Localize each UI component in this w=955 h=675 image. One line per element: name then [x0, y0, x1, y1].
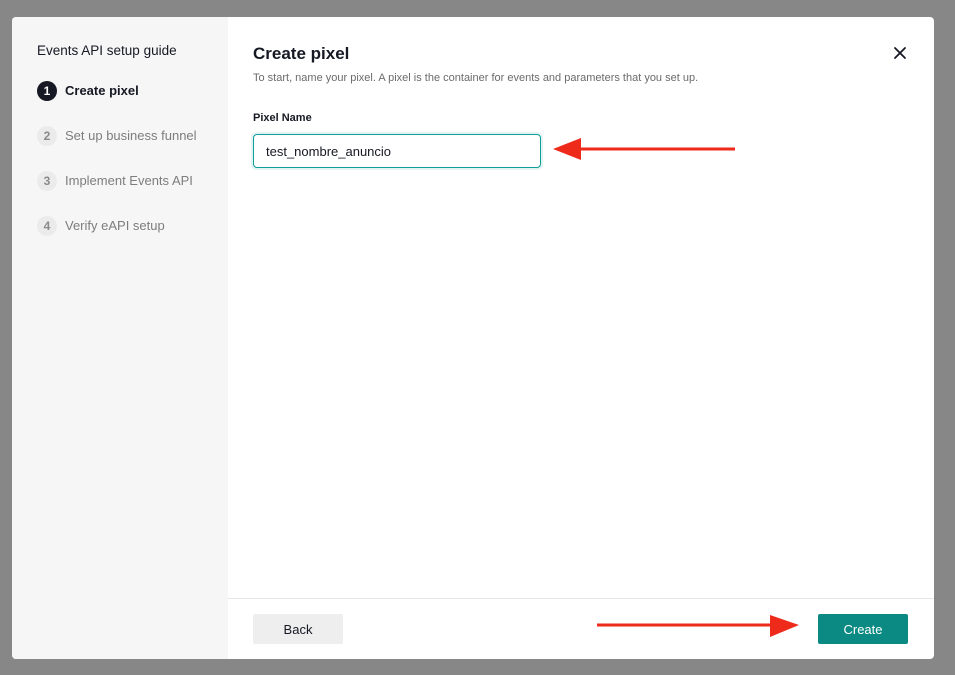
- step-create-pixel[interactable]: 1 Create pixel: [37, 80, 228, 101]
- step-number: 2: [37, 125, 57, 146]
- setup-guide-modal: Events API setup guide 1 Create pixel 2 …: [12, 17, 934, 659]
- step-label: Verify eAPI setup: [65, 218, 165, 233]
- sidebar-title: Events API setup guide: [37, 43, 177, 58]
- create-button[interactable]: Create: [818, 614, 908, 644]
- pixel-name-input[interactable]: [253, 134, 541, 168]
- step-number: 3: [37, 170, 57, 191]
- setup-guide-sidebar: Events API setup guide 1 Create pixel 2 …: [12, 17, 228, 659]
- pixel-name-label: Pixel Name: [253, 112, 312, 124]
- step-label: Create pixel: [65, 83, 139, 98]
- close-icon[interactable]: [892, 45, 908, 61]
- step-label: Set up business funnel: [65, 128, 197, 143]
- page-subtitle: To start, name your pixel. A pixel is th…: [253, 72, 699, 84]
- arrow-icon: [597, 615, 799, 637]
- step-label: Implement Events API: [65, 173, 193, 188]
- step-implement-events-api[interactable]: 3 Implement Events API: [37, 170, 228, 191]
- page-title: Create pixel: [253, 44, 350, 63]
- back-button[interactable]: Back: [253, 614, 343, 644]
- step-number: 1: [37, 80, 57, 101]
- step-business-funnel[interactable]: 2 Set up business funnel: [37, 125, 228, 146]
- main-panel: Create pixel To start, name your pixel. …: [228, 17, 934, 659]
- modal-footer: Back Create: [228, 598, 934, 659]
- arrow-icon: [553, 138, 735, 160]
- step-number: 4: [37, 215, 57, 236]
- step-verify-eapi[interactable]: 4 Verify eAPI setup: [37, 215, 228, 236]
